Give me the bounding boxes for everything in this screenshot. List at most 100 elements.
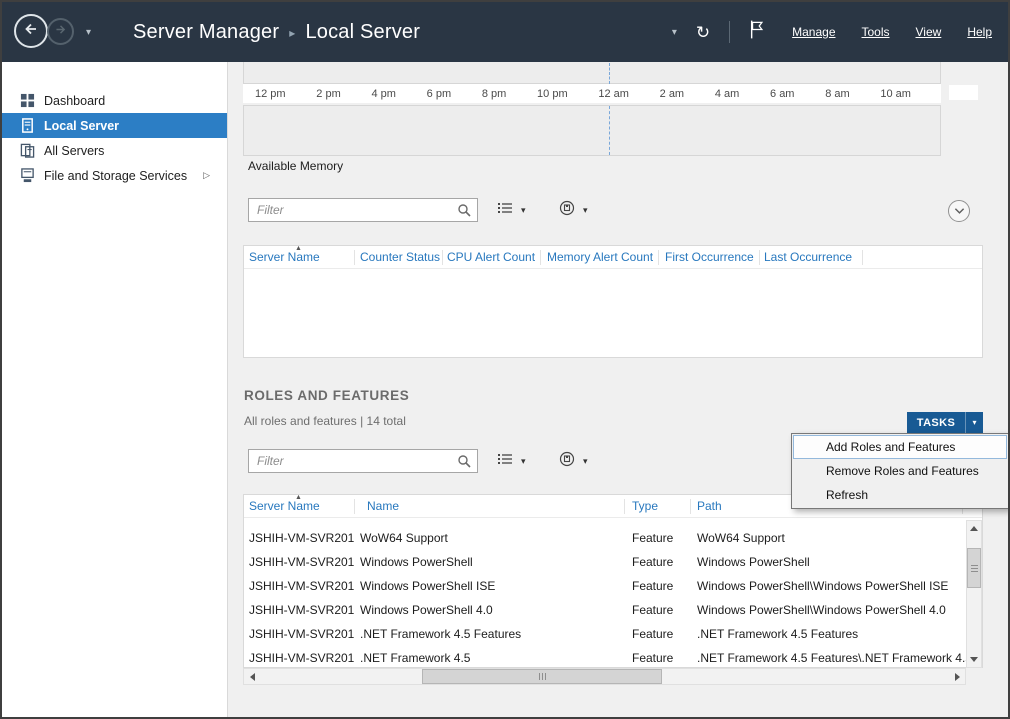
column-header-path[interactable]: Path [697,495,722,518]
breadcrumb-separator-icon: ▸ [289,24,295,40]
horizontal-scroll-thumb[interactable] [422,669,662,684]
column-header-server-name[interactable]: Server Name [249,246,320,269]
vertical-scrollbar[interactable] [966,520,982,668]
perf-filter-input[interactable] [248,198,478,222]
menu-tools[interactable]: Tools [862,25,890,39]
cell-path: Windows PowerShell\Windows PowerShell IS… [697,574,948,598]
column-header-server-name[interactable]: Server Name [249,495,320,518]
roles-section-subtitle: All roles and features | 14 total [244,414,406,428]
notifications-flag-button[interactable] [749,19,765,45]
column-header-counter-status[interactable]: Counter Status [360,246,440,269]
chevron-down-icon [954,202,965,220]
caret-down-icon: ▾ [583,456,588,467]
roles-save-query-button[interactable]: ▾ [553,450,594,472]
perf-criteria-button[interactable]: ▾ [491,199,532,221]
time-tick: 4 am [715,88,739,100]
sidebar-item-local-server[interactable]: Local Server [2,113,227,138]
table-row[interactable]: JSHIH-VM-SVR201 Windows PowerShell 4.0 F… [244,598,982,622]
column-divider [690,499,691,514]
column-header-first-occurrence[interactable]: First Occurrence [665,246,754,269]
table-row[interactable]: JSHIH-VM-SVR201 Windows PowerShell ISE F… [244,574,982,598]
roles-table: Server Name ▲ Name Type Path JSHIH-VM-SV… [243,494,983,668]
menu-view[interactable]: View [916,25,942,39]
topbar-actions: ▾ ↻ Manage Tools View Help [672,2,996,62]
tasks-menu: Add Roles and Features Remove Roles and … [791,433,1009,509]
back-arrow-icon [23,21,39,42]
horizontal-scrollbar[interactable] [243,668,966,685]
performance-chart-memory [243,105,941,156]
table-row[interactable]: JSHIH-VM-SVR201 .NET Framework 4.5 Featu… [244,646,982,667]
server-selector-caret-icon[interactable]: ▾ [672,27,677,38]
thumb-grip [971,568,978,569]
sidebar-item-file-storage-services[interactable]: File and Storage Services ▷ [2,163,227,188]
column-header-name[interactable]: Name [367,495,399,518]
back-button[interactable] [14,14,48,48]
sidebar-item-all-servers[interactable]: All Servers [2,138,227,163]
chart-time-marker [609,63,610,84]
forward-button[interactable] [47,18,74,45]
table-row[interactable]: JSHIH-VM-SVR201 WoW64 Support Feature Wo… [244,526,982,550]
time-tick: 12 am [598,88,629,100]
tasks-button-label: TASKS [907,417,965,429]
collapse-section-button[interactable] [948,200,970,222]
sidebar-item-label: File and Storage Services [44,169,187,183]
table-row[interactable]: JSHIH-VM-SVR201 .NET Framework 4.5 Featu… [244,622,982,646]
time-tick: 10 am [880,88,911,100]
cell-path: Windows PowerShell\Windows PowerShell 4.… [697,598,946,622]
chart-caption: Available Memory [248,159,343,173]
main-content: 12 pm 2 pm 4 pm 6 pm 8 pm 10 pm 12 am 2 … [229,62,1008,717]
cell-type: Feature [632,526,673,550]
column-header-last-occurrence[interactable]: Last Occurrence [764,246,852,269]
scroll-up-button[interactable] [967,521,981,536]
perf-save-query-button[interactable]: ▾ [553,199,594,221]
expand-chevron-icon[interactable]: ▷ [203,170,210,181]
time-tick: 2 pm [316,88,340,100]
menu-item-add-roles-and-features[interactable]: Add Roles and Features [793,435,1007,459]
cell-name: Windows PowerShell [360,550,473,574]
roles-filter [248,449,478,473]
cell-server-name: JSHIH-VM-SVR201 [249,526,354,550]
server-icon [20,118,35,133]
column-divider [442,250,443,265]
menu-item-refresh[interactable]: Refresh [793,483,1007,507]
menu-help[interactable]: Help [967,25,992,39]
cell-type: Feature [632,622,673,646]
performance-table-header: Server Name ▲ Counter Status CPU Alert C… [244,246,982,269]
cell-name: Windows PowerShell ISE [360,574,495,598]
roles-criteria-button[interactable]: ▾ [491,450,532,472]
breadcrumb: Server Manager ▸ Local Server [133,2,420,62]
scroll-left-button[interactable] [244,669,260,684]
menu-item-remove-roles-and-features[interactable]: Remove Roles and Features [793,459,1007,483]
topbar-divider [729,21,730,43]
servers-icon [20,143,35,158]
flag-icon [749,19,765,45]
vertical-scroll-thumb[interactable] [967,548,981,588]
column-header-type[interactable]: Type [632,495,658,518]
sidebar-item-dashboard[interactable]: Dashboard [2,88,227,113]
time-axis-end-cap [949,85,978,100]
breadcrumb-root[interactable]: Server Manager [133,21,279,44]
sort-ascending-icon: ▲ [295,494,302,501]
time-tick: 10 pm [537,88,568,100]
triangle-right-icon [955,673,960,681]
scroll-right-button[interactable] [949,669,965,684]
server-manager-window: ▾ Server Manager ▸ Local Server ▾ ↻ Mana… [0,0,1010,719]
history-caret-icon[interactable]: ▾ [86,27,91,38]
breadcrumb-current[interactable]: Local Server [305,21,420,44]
menu-manage[interactable]: Manage [792,25,835,39]
title-bar: ▾ Server Manager ▸ Local Server ▾ ↻ Mana… [2,2,1008,62]
time-tick: 8 pm [482,88,506,100]
table-row[interactable]: JSHIH-VM-SVR201 Windows PowerShell Featu… [244,550,982,574]
column-divider [624,499,625,514]
refresh-icon[interactable]: ↻ [696,24,710,41]
performance-table-body [244,269,982,357]
column-header-memory-alert-count[interactable]: Memory Alert Count [547,246,653,269]
scroll-down-button[interactable] [967,652,981,667]
cell-server-name: JSHIH-VM-SVR201 [249,550,354,574]
time-tick: 8 am [825,88,849,100]
cell-server-name: JSHIH-VM-SVR201 [249,646,354,667]
column-header-cpu-alert-count[interactable]: CPU Alert Count [447,246,535,269]
roles-filter-input[interactable] [248,449,478,473]
tasks-button[interactable]: TASKS ▾ [907,412,983,433]
performance-table: Server Name ▲ Counter Status CPU Alert C… [243,245,983,358]
